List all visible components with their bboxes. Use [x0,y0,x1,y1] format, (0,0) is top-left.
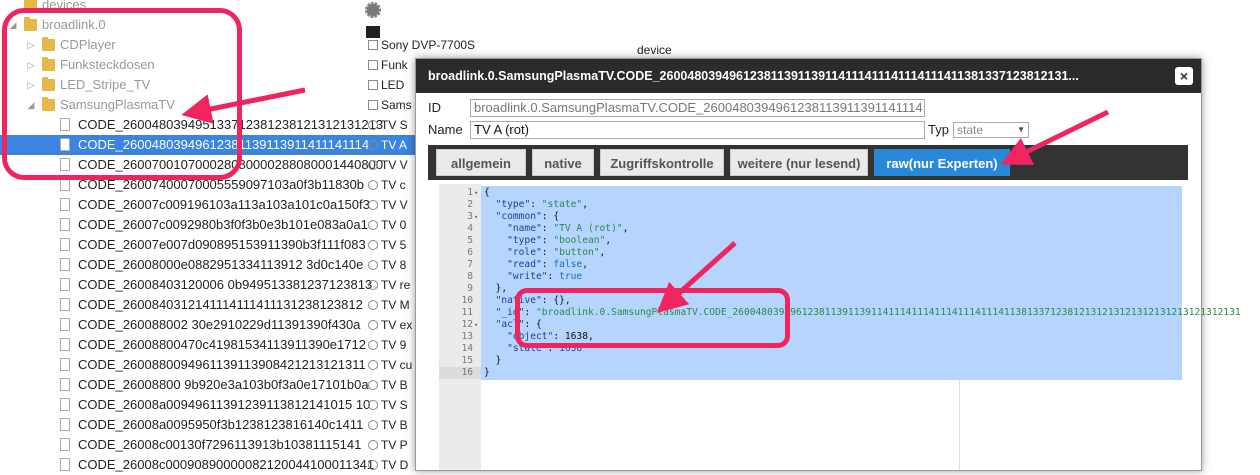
arrow-to-id [656,241,737,314]
annotation-arrows [181,87,1110,314]
arrow-to-tree [181,87,306,124]
arrow-to-raw-tab [1000,109,1110,165]
